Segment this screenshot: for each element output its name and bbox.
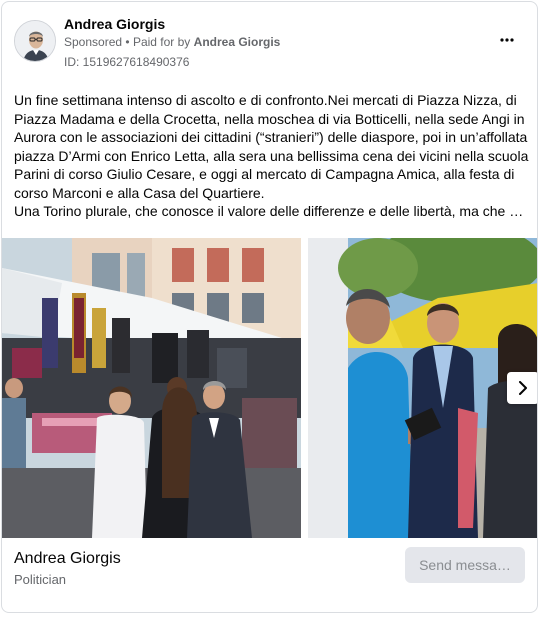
sponsored-label: Sponsored [64,35,123,49]
paid-by-name: Andrea Giorgis [193,35,281,49]
author-portrait [15,21,55,61]
paid-by-prefix: Paid for by [132,35,191,49]
photo-carousel[interactable] [2,238,538,538]
author-name[interactable]: Andrea Giorgis [64,16,165,32]
separator-dot: • [125,35,133,49]
page-category: Politician [14,572,67,587]
post-paragraph-1: Un fine settimana intenso di ascolto e d… [14,92,529,201]
more-options-button[interactable] [495,30,519,50]
more-dots-icon [500,38,514,42]
post-paragraph-2[interactable]: Una Torino plurale, che conosce il valor… [14,202,529,221]
chevron-right-icon [519,381,527,395]
send-message-button[interactable]: Send messa… [405,547,525,583]
carousel-next-button[interactable] [507,372,537,404]
page-name[interactable]: Andrea Giorgis [14,550,121,568]
author-avatar[interactable] [14,20,56,62]
carousel-photo-market[interactable] [2,238,301,538]
ad-card: Andrea Giorgis Sponsored • Paid for by A… [1,1,538,613]
carousel-photo-conversation[interactable] [308,238,538,538]
sponsored-line: Sponsored • Paid for by Andrea Giorgis [64,35,280,49]
ad-id: ID: 1519627618490376 [64,55,190,69]
post-body: Un fine settimana intenso di ascolto e d… [14,91,529,221]
